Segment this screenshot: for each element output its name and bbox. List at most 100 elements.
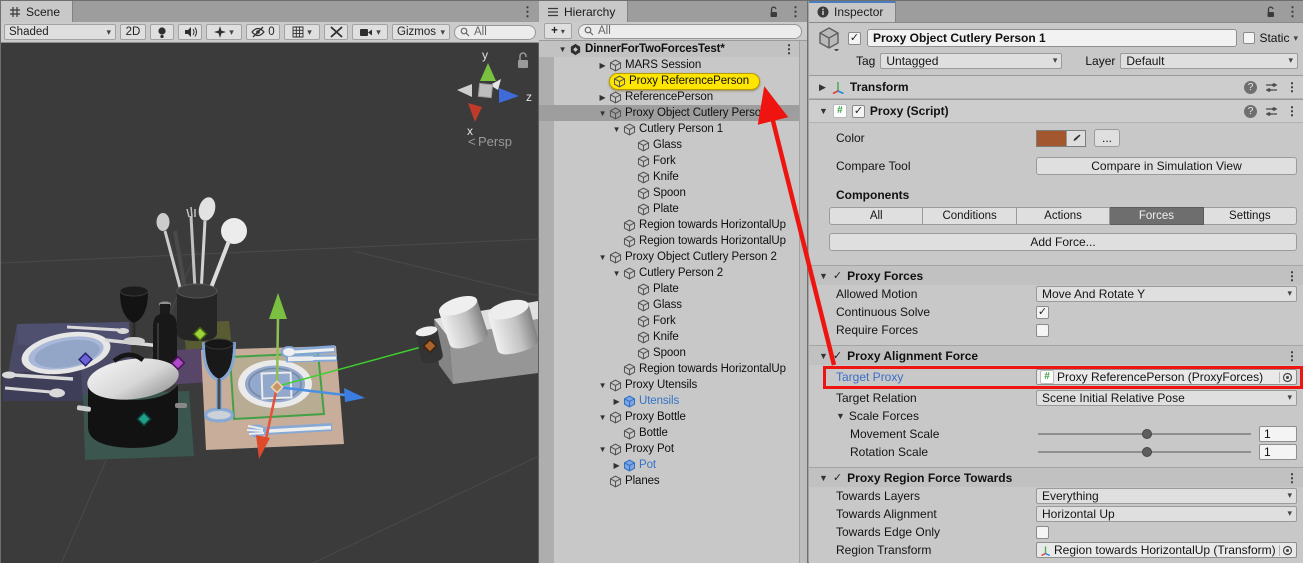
create-object-button[interactable]: + ▾	[544, 23, 572, 39]
foldout-icon[interactable]: ▼	[556, 45, 569, 54]
foldout-icon[interactable]: ▶	[610, 461, 623, 470]
towards-edge-only-checkbox[interactable]	[1036, 526, 1049, 539]
tab-hierarchy[interactable]: Hierarchy	[539, 1, 628, 22]
hierarchy-row[interactable]: Plate	[539, 281, 799, 297]
hierarchy-row[interactable]: ▼ Cutlery Person 2	[539, 265, 799, 281]
hierarchy-search-input[interactable]: All	[578, 24, 802, 39]
hierarchy-row[interactable]: ▶ Utensils	[539, 393, 799, 409]
tab-scene[interactable]: Scene	[1, 1, 73, 22]
section-proxy-alignment-force[interactable]: ▼ ✓ Proxy Alignment Force ⋮	[809, 345, 1303, 365]
foldout-icon[interactable]: ▶	[819, 82, 826, 93]
hierarchy-row[interactable]: ▼ Cutlery Person 1	[539, 121, 799, 137]
effects-dropdown[interactable]: ▾	[206, 24, 242, 40]
hierarchy-row[interactable]: ▼ Proxy Object Cutlery Person 1	[539, 105, 799, 121]
hierarchy-item[interactable]: Pot	[623, 458, 656, 473]
inspector-menu-icon[interactable]: ⋮	[1281, 1, 1303, 22]
color-swatch[interactable]	[1036, 130, 1086, 147]
grid-visibility-dropdown[interactable]: ▾	[284, 24, 320, 40]
scene-menu-icon[interactable]: ⋮	[516, 1, 539, 22]
static-checkbox[interactable]	[1243, 32, 1255, 44]
hierarchy-row[interactable]: ▼ Proxy Bottle	[539, 409, 799, 425]
hierarchy-row[interactable]: ▶ MARS Session	[539, 57, 799, 73]
hierarchy-item[interactable]: Region towards HorizontalUp	[623, 362, 786, 377]
tab-all[interactable]: All	[829, 207, 923, 225]
hierarchy-row[interactable]: ▼ Proxy Utensils	[539, 377, 799, 393]
transform-component-header[interactable]: ▶ Transform ? ⋮	[809, 75, 1303, 99]
camera-dropdown[interactable]: ▾	[352, 24, 388, 40]
hierarchy-row[interactable]: Bottle	[539, 425, 799, 441]
hierarchy-item[interactable]: Fork	[637, 154, 676, 169]
help-icon[interactable]: ?	[1244, 105, 1257, 118]
hierarchy-item[interactable]: Fork	[637, 314, 676, 329]
static-dropdown-icon[interactable]: ▾	[1293, 33, 1298, 44]
move-gizmo-y-axis[interactable]	[277, 317, 278, 387]
hierarchy-item[interactable]: Glass	[637, 298, 682, 313]
presets-icon[interactable]	[1265, 81, 1278, 94]
hierarchy-row[interactable]: ▶ ReferencePerson	[539, 89, 799, 105]
hierarchy-row[interactable]: Knife	[539, 169, 799, 185]
hierarchy-item[interactable]: Utensils	[623, 394, 679, 409]
hierarchy-row[interactable]: Region towards HorizontalUp	[539, 233, 799, 249]
section-check-icon[interactable]: ✓	[833, 349, 842, 362]
hierarchy-row[interactable]: Spoon	[539, 185, 799, 201]
lock-icon[interactable]	[520, 53, 526, 60]
hierarchy-item[interactable]: Region towards HorizontalUp	[623, 234, 786, 249]
hierarchy-row[interactable]: Fork	[539, 313, 799, 329]
hierarchy-item[interactable]: Knife	[637, 330, 679, 345]
movement-scale-slider[interactable]	[1036, 426, 1253, 442]
target-relation-dropdown[interactable]: Scene Initial Relative Pose▾	[1036, 390, 1297, 406]
hierarchy-item[interactable]: Proxy ReferencePerson	[609, 73, 760, 90]
scale-forces-foldout-icon[interactable]: ▼	[836, 411, 845, 421]
foldout-icon[interactable]: ▼	[596, 109, 609, 118]
tab-inspector[interactable]: Inspector	[809, 1, 896, 22]
foldout-icon[interactable]: ▼	[819, 351, 828, 361]
layer-dropdown[interactable]: Default▾	[1120, 53, 1298, 69]
lighting-toggle[interactable]	[150, 24, 174, 40]
name-field[interactable]: Proxy Object Cutlery Person 1	[867, 29, 1237, 47]
eyedropper-icon[interactable]	[1066, 131, 1085, 146]
persp-label[interactable]: Persp	[478, 134, 512, 149]
scene-search-input[interactable]: All	[454, 25, 536, 40]
component-tools-button[interactable]	[324, 24, 348, 40]
continuous-solve-checkbox[interactable]: ✓	[1036, 306, 1049, 319]
foldout-icon[interactable]: ▼	[596, 381, 609, 390]
target-proxy-object-field[interactable]: # Proxy ReferencePerson (ProxyForces)	[1036, 369, 1297, 385]
section-menu-icon[interactable]: ⋮	[1286, 269, 1298, 283]
tab-settings[interactable]: Settings	[1204, 207, 1297, 225]
towards-layers-dropdown[interactable]: Everything▾	[1036, 488, 1297, 504]
hierarchy-row[interactable]: Knife	[539, 329, 799, 345]
scene-visibility-toggle[interactable]: 0	[246, 24, 280, 40]
persp-chevron-icon[interactable]: <	[468, 134, 476, 149]
hierarchy-row[interactable]: Plate	[539, 201, 799, 217]
section-menu-icon[interactable]: ⋮	[1286, 471, 1298, 485]
section-proxy-forces[interactable]: ▼ ✓ Proxy Forces ⋮	[809, 265, 1303, 285]
hierarchy-item[interactable]: Proxy Utensils	[609, 378, 697, 393]
rotation-scale-value[interactable]: 1	[1259, 444, 1297, 460]
inspector-lock-icon[interactable]	[1260, 1, 1281, 22]
bottle[interactable]	[153, 302, 177, 370]
orientation-axis-white[interactable]	[457, 84, 472, 97]
proxy-component-header[interactable]: ▼ # ✓ Proxy (Script) ? ⋮	[809, 99, 1303, 123]
foldout-icon[interactable]: ▼	[610, 269, 623, 278]
hierarchy-item[interactable]: ReferencePerson	[609, 90, 713, 105]
hierarchy-item[interactable]: Proxy Object Cutlery Person 2	[609, 250, 777, 265]
hierarchy-item[interactable]: MARS Session	[609, 58, 701, 73]
hierarchy-row[interactable]: Planes	[539, 473, 799, 489]
object-picker-icon[interactable]	[1279, 372, 1294, 383]
active-checkbox[interactable]: ✓	[848, 32, 861, 45]
hierarchy-item[interactable]: Planes	[609, 474, 660, 489]
tab-actions[interactable]: Actions	[1017, 207, 1110, 225]
orientation-y-cone[interactable]	[480, 63, 496, 81]
region-transform-object-field[interactable]: Region towards HorizontalUp (Transform)	[1036, 542, 1297, 558]
orientation-z-cone[interactable]	[499, 88, 519, 103]
hierarchy-item[interactable]: Plate	[637, 282, 679, 297]
2d-toggle[interactable]: 2D	[120, 24, 146, 40]
hierarchy-item[interactable]: Proxy Pot	[609, 442, 674, 457]
hierarchy-item[interactable]: Region towards HorizontalUp	[623, 218, 786, 233]
hierarchy-row[interactable]: ▼ Proxy Object Cutlery Person 2	[539, 249, 799, 265]
color-more-button[interactable]: ...	[1094, 129, 1120, 147]
utensils-in-cup[interactable]	[157, 195, 248, 293]
require-forces-checkbox[interactable]	[1036, 324, 1049, 337]
component-menu-icon[interactable]: ⋮	[1286, 104, 1298, 118]
hierarchy-item[interactable]: Plate	[637, 202, 679, 217]
